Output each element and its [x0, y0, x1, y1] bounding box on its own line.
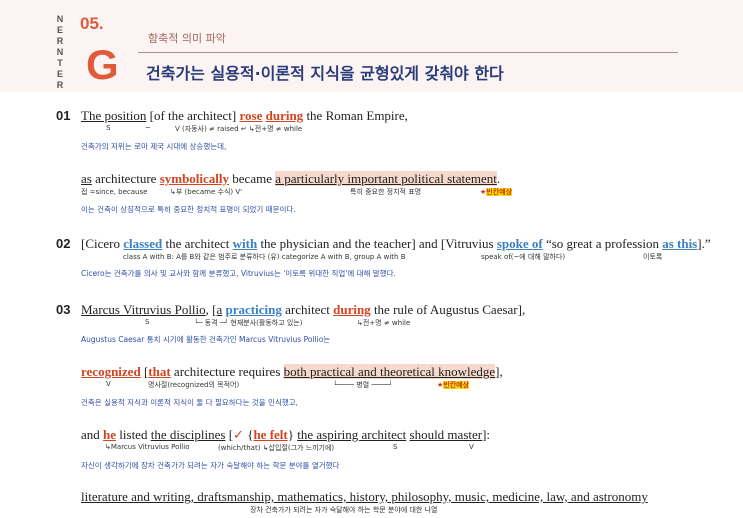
highlight-phrase: a particularly important political state…: [275, 171, 497, 186]
section-letter: G: [86, 41, 119, 88]
divider: [138, 52, 678, 53]
gloss: └──── 병렬 ────┘: [333, 381, 393, 389]
conjunction: as: [81, 171, 92, 186]
phrase: [Cicero: [81, 236, 124, 251]
verb-phrase: spoke of: [496, 236, 543, 251]
sentence-line: and he listed the disciplines [✓ {he fel…: [81, 427, 490, 443]
verb-word: recognized: [81, 364, 141, 379]
blank-tag: ★빈칸예상: [437, 380, 470, 390]
phrase: listed: [116, 427, 151, 442]
sentence-number: 01: [56, 108, 71, 123]
sentence-number: 02: [56, 236, 71, 251]
pronoun-word: he: [103, 427, 117, 442]
tag-label: 빈칸예상: [486, 188, 513, 196]
gloss: S: [145, 318, 150, 326]
gloss: V: [106, 380, 111, 388]
gloss: 특히 중요한 정치적 표명: [350, 188, 422, 196]
page-title: 건축가는 실용적·이론적 지식을 균형있게 갖춰야 한다: [146, 64, 504, 83]
gloss: V (자동사) ≠ raised ↵ ↳전+명 ≠ while: [175, 125, 303, 133]
korean-translation: Augustus Caesar 통치 시기에 활동한 건축가인 Marcus V…: [81, 335, 331, 344]
phrase: architect: [281, 302, 334, 317]
korean-translation: 자신이 생각하기에 장차 건축가가 되려는 자가 숙달해야 하는 학문 분야를 …: [81, 461, 340, 470]
check-mark: ✓: [233, 427, 244, 442]
phrase: the architect: [162, 236, 233, 251]
phrase: and: [81, 427, 104, 442]
phrase: became: [229, 171, 276, 186]
subject-phrase: Marcus Vitruvius Pollio: [81, 302, 206, 317]
prep-word: with: [232, 236, 258, 251]
gloss: 이토록: [643, 253, 663, 261]
phrase: ].”: [697, 236, 711, 251]
korean-translation: 이는 건축이 상징적으로 특히 중요한 정치적 표명이 되었기 때문이다.: [81, 205, 296, 214]
tag-label: 빈칸예상: [443, 381, 470, 389]
gloss: ~: [145, 124, 151, 132]
subject-phrase: The position: [81, 108, 147, 123]
prep-word: during: [265, 108, 304, 123]
verb-phrase: should master: [409, 427, 483, 442]
clause-word: he felt: [253, 427, 288, 442]
gloss: 접 =since, because: [81, 188, 148, 196]
gloss: class A with B: A를 B와 같은 범주로 분류하다 (유) ca…: [123, 253, 406, 261]
quote-phrase: as this: [662, 236, 698, 251]
korean-translation: 건축가의 지위는 로마 제국 시대에 상승했는데,: [81, 142, 227, 151]
list-phrase: literature and writing, draftsmanship, m…: [81, 489, 648, 504]
sentence-line: [Cicero classed the architect with the p…: [81, 236, 711, 252]
sentence-line: as architecture symbolically became a pa…: [81, 171, 500, 187]
adverb-word: symbolically: [159, 171, 230, 186]
header-band: NERNTER 05. G 함축적 의미 파악 건축가는 실용적·이론적 지식을…: [0, 0, 743, 92]
phrase: .: [496, 171, 501, 186]
highlight-phrase: both practical and theoretical knowledge: [283, 364, 496, 379]
gloss: (which/that) ↳삽입절(그가 느끼기에): [218, 444, 335, 452]
subject-phrase: the aspiring architect: [297, 427, 407, 442]
gloss: └─ 동격 ─┘ 현재분사(활동하고 있는): [194, 319, 303, 327]
gloss: V: [469, 443, 474, 451]
phrase: architecture: [91, 171, 160, 186]
gloss: 장차 건축가가 되려는 자가 숙달해야 하는 학문 분야에 대한 나열: [250, 506, 438, 514]
sentence-line: The position [of the architect] rose dur…: [81, 108, 408, 124]
phrase: [: [225, 427, 234, 442]
phrase: ]:: [482, 427, 491, 442]
verb-word: rose: [239, 108, 263, 123]
vertical-label: NERNTER: [56, 14, 64, 90]
section-subtitle: 함축적 의미 파악: [148, 32, 226, 45]
phrase: [of the architect]: [146, 108, 240, 123]
object-phrase: the disciplines: [150, 427, 226, 442]
sentence-line: Marcus Vitruvius Pollio, [a practicing a…: [81, 302, 525, 318]
sentence-line: literature and writing, draftsmanship, m…: [81, 489, 648, 505]
phrase: “so great a profession: [542, 236, 663, 251]
conjunction: that: [148, 364, 171, 379]
gloss: ↳부 (became 수식) V': [170, 188, 243, 196]
gloss: S: [106, 124, 111, 132]
korean-translation: 건축은 실용적 지식과 이론적 지식이 둘 다 필요하다는 것을 인식했고,: [81, 398, 299, 407]
phrase: architecture requires: [170, 364, 284, 379]
gloss: S: [393, 443, 398, 451]
korean-translation: Cicero는 건축가를 의사 및 교사와 함께 분류했고, Vitruvius…: [81, 269, 396, 278]
phrase: the physician and the teacher] and [Vitr…: [257, 236, 497, 251]
sentence-number: 03: [56, 302, 71, 317]
gloss: ↳전+명 ≠ while: [357, 319, 411, 327]
section-number: 05.: [80, 14, 104, 33]
gloss: 명사절(recognized의 목적어): [148, 381, 240, 389]
gloss: ↳Marcus Vitruvius Pollio: [105, 443, 190, 451]
phrase: the Roman Empire,: [303, 108, 408, 123]
participle-word: practicing: [225, 302, 282, 317]
phrase: }: [287, 427, 298, 442]
blank-tag: ★빈칸예상: [480, 187, 513, 197]
phrase: the rule of Augustus Caesar],: [370, 302, 526, 317]
sentence-line: recognized [that architecture requires b…: [81, 364, 503, 380]
gloss: speak of(~에 대해 말하다): [481, 253, 566, 261]
verb-word: classed: [123, 236, 163, 251]
phrase: , [: [205, 302, 217, 317]
prep-word: during: [333, 302, 371, 317]
phrase: ],: [495, 364, 503, 379]
